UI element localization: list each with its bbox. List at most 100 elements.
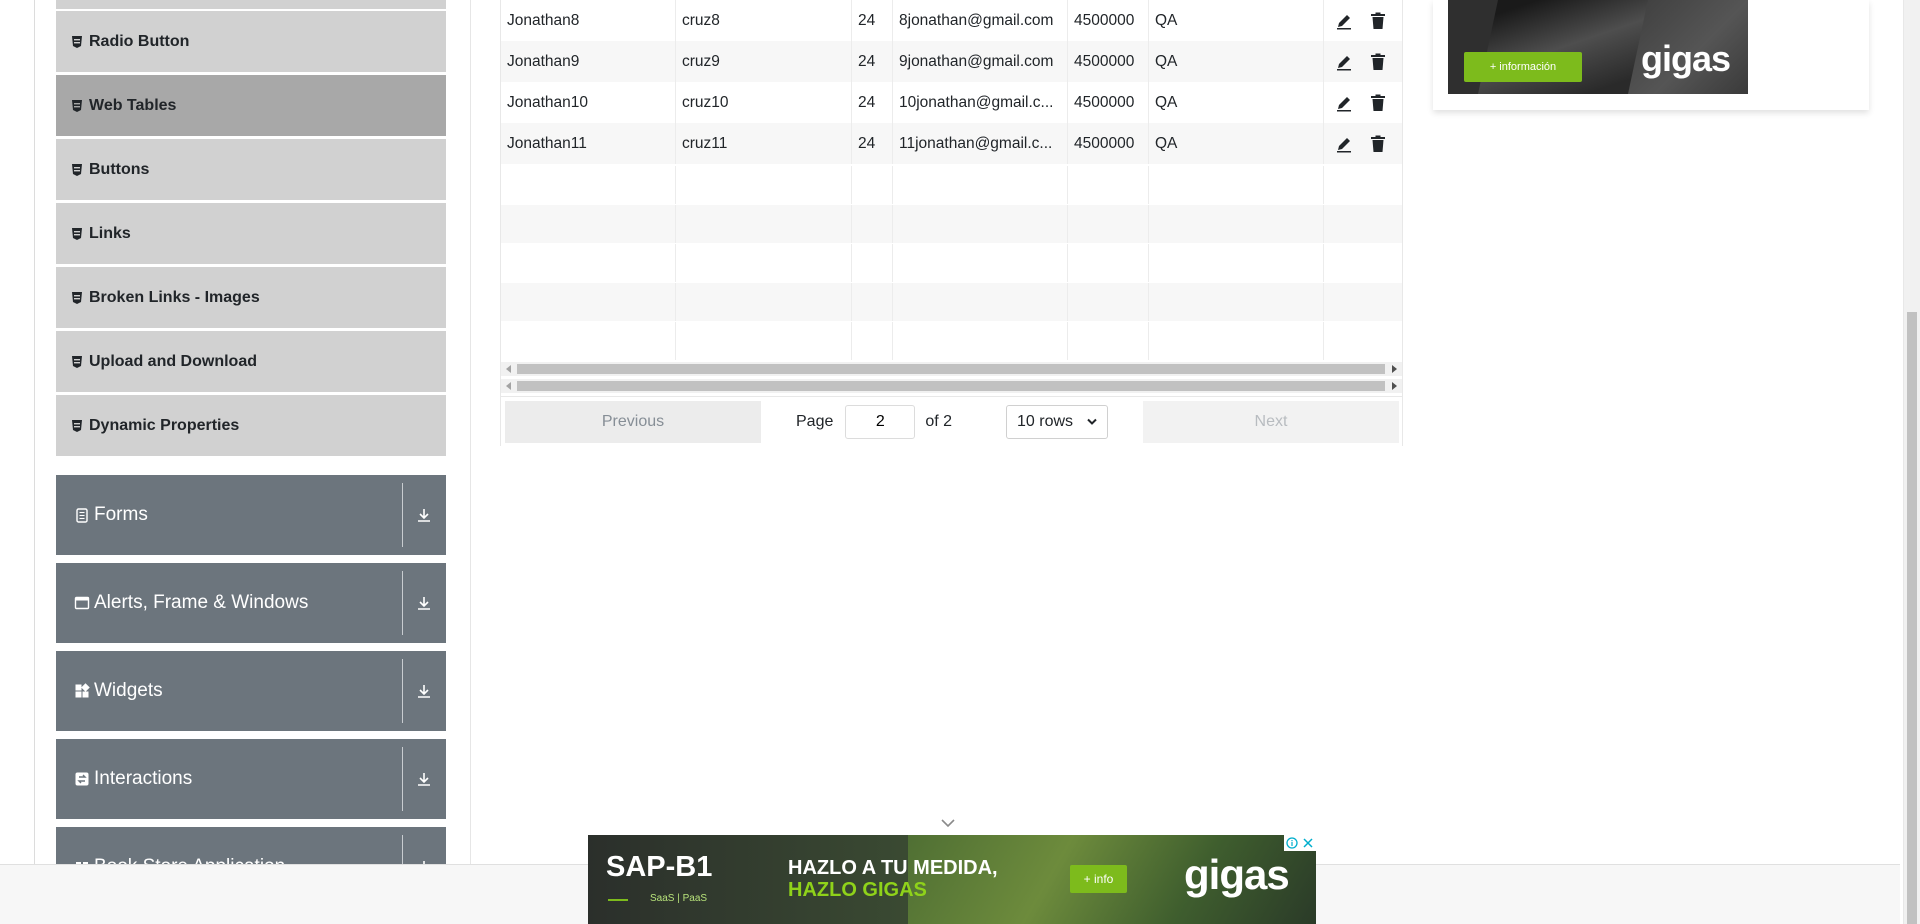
edit-icon[interactable] [1332, 9, 1356, 33]
table-row: Jonathan8 cruz8 24 8jonathan@gmail.com 4… [501, 0, 1402, 41]
download-arrow-icon [418, 597, 430, 610]
ad-logo: gigas [1641, 38, 1731, 79]
group-label: Widgets [94, 680, 163, 701]
chevron-down-icon [1087, 418, 1097, 425]
ad-title: SAP-B1 [606, 851, 713, 883]
scroll-left-arrow[interactable] [506, 382, 511, 390]
table-row-empty [501, 166, 1402, 204]
ad-banner-bottom[interactable]: SAP-B1 SaaS | PaaS HAZLO A TU MEDIDA, HA… [588, 835, 1316, 924]
scrollbar-thumb[interactable] [1907, 312, 1917, 924]
page-scrollbar[interactable] [1903, 0, 1920, 924]
edit-icon[interactable] [1332, 50, 1356, 74]
cell-last-name: cruz9 [676, 41, 852, 82]
sidebar-item-upload-download[interactable]: Upload and Download [56, 331, 446, 393]
content-divider [470, 0, 471, 864]
cell-last-name: cruz10 [676, 82, 852, 123]
cell-last-name: cruz8 [676, 0, 852, 41]
ad-banner-right[interactable]: + información gigas [1448, 0, 1748, 94]
table-row: Jonathan11 cruz11 24 11jonathan@gmail.c.… [501, 123, 1402, 164]
cell-first-name: Jonathan8 [501, 0, 676, 41]
cell-first-name: Jonathan9 [501, 41, 676, 82]
cell-action [1324, 41, 1402, 82]
sidebar-item-links[interactable]: Links [56, 203, 446, 265]
table-row-empty [501, 205, 1402, 243]
table-row-empty [501, 322, 1402, 360]
page-number-input[interactable] [845, 405, 916, 439]
horizontal-scrollbar[interactable] [501, 379, 1402, 393]
cell-department: QA [1149, 41, 1324, 82]
sidebar-item-web-tables[interactable]: Web Tables [56, 75, 446, 137]
sidebar-item-radio-button[interactable]: Radio Button [56, 11, 446, 73]
horizontal-scrollbar[interactable] [501, 362, 1402, 376]
delete-icon[interactable] [1366, 50, 1390, 74]
sidebar-item-dynamic-properties[interactable]: Dynamic Properties [56, 395, 446, 457]
scroll-right-arrow[interactable] [1392, 365, 1397, 373]
delete-icon[interactable] [1366, 132, 1390, 156]
cell-last-name: cruz11 [676, 123, 852, 164]
ad-headline-accent: HAZLO GIGAS [788, 879, 927, 901]
html5-icon [72, 227, 82, 240]
widgets-icon [75, 683, 90, 698]
group-label: Alerts, Frame & Windows [94, 592, 309, 613]
rows-per-page-value: 10 rows [1017, 413, 1074, 430]
total-pages-label: of 2 [925, 413, 953, 430]
pagination: Previous Page of 2 10 rows Next [501, 396, 1402, 446]
page-label: Page [796, 413, 834, 430]
cell-email: 10jonathan@gmail.c... [893, 82, 1068, 123]
table-row: Jonathan9 cruz9 24 9jonathan@gmail.com 4… [501, 41, 1402, 82]
cell-action [1324, 0, 1402, 41]
close-icon[interactable] [1300, 835, 1316, 851]
sidebar-item-label: Dynamic Properties [89, 416, 240, 434]
expand-button[interactable] [402, 563, 446, 643]
group-forms[interactable]: Forms [56, 475, 446, 555]
ad-cta-button[interactable]: + info [1070, 865, 1127, 893]
container-left-border [34, 0, 35, 864]
group-interactions[interactable]: Interactions [56, 739, 446, 819]
ad-subtitle: SaaS | PaaS [650, 893, 708, 904]
html5-icon [72, 355, 82, 368]
expand-button[interactable] [402, 651, 446, 731]
cell-age: 24 [852, 0, 893, 41]
ad-dash [608, 899, 628, 901]
sidebar: Radio Button Web Tables Buttons Links Br… [56, 0, 446, 864]
html5-icon [72, 35, 82, 48]
delete-icon[interactable] [1366, 91, 1390, 115]
html5-icon [72, 163, 82, 176]
next-button[interactable]: Next [1143, 401, 1399, 443]
sidebar-item-checkbox[interactable] [56, 0, 446, 10]
sidebar-item-label: Radio Button [89, 32, 190, 50]
table-row: Jonathan10 cruz10 24 10jonathan@gmail.c.… [501, 82, 1402, 123]
group-label: Forms [94, 504, 148, 525]
scroll-right-arrow[interactable] [1392, 382, 1397, 390]
window-icon [74, 596, 90, 610]
edit-icon[interactable] [1332, 132, 1356, 156]
table-row-empty [501, 244, 1402, 282]
sidebar-item-label: Web Tables [89, 96, 177, 114]
scroll-left-arrow[interactable] [506, 365, 511, 373]
page-indicator: Page of 2 [796, 405, 952, 439]
rows-per-page-select[interactable]: 10 rows [1006, 405, 1108, 439]
html5-icon [72, 291, 82, 304]
edit-icon[interactable] [1332, 91, 1356, 115]
ad-info-icon[interactable] [1284, 835, 1300, 851]
group-widgets[interactable]: Widgets [56, 651, 446, 731]
cell-salary: 4500000 [1068, 123, 1149, 164]
group-label: Interactions [94, 768, 193, 789]
cell-age: 24 [852, 123, 893, 164]
previous-button[interactable]: Previous [505, 401, 761, 443]
group-book-store[interactable]: Book Store Application [56, 827, 446, 864]
download-arrow-icon [418, 773, 430, 786]
cell-email: 9jonathan@gmail.com [893, 41, 1068, 82]
collapse-ad-chevron-icon[interactable] [941, 818, 955, 828]
cell-first-name: Jonathan10 [501, 82, 676, 123]
expand-button[interactable] [402, 475, 446, 555]
scrollbar-thumb[interactable] [517, 381, 1385, 391]
sidebar-item-buttons[interactable]: Buttons [56, 139, 446, 201]
group-alerts-frame-windows[interactable]: Alerts, Frame & Windows [56, 563, 446, 643]
scrollbar-thumb[interactable] [517, 364, 1385, 374]
expand-button[interactable] [402, 827, 446, 864]
expand-button[interactable] [402, 739, 446, 819]
ad-cta-button[interactable]: + información [1464, 52, 1582, 82]
delete-icon[interactable] [1366, 9, 1390, 33]
sidebar-item-broken-links[interactable]: Broken Links - Images [56, 267, 446, 329]
